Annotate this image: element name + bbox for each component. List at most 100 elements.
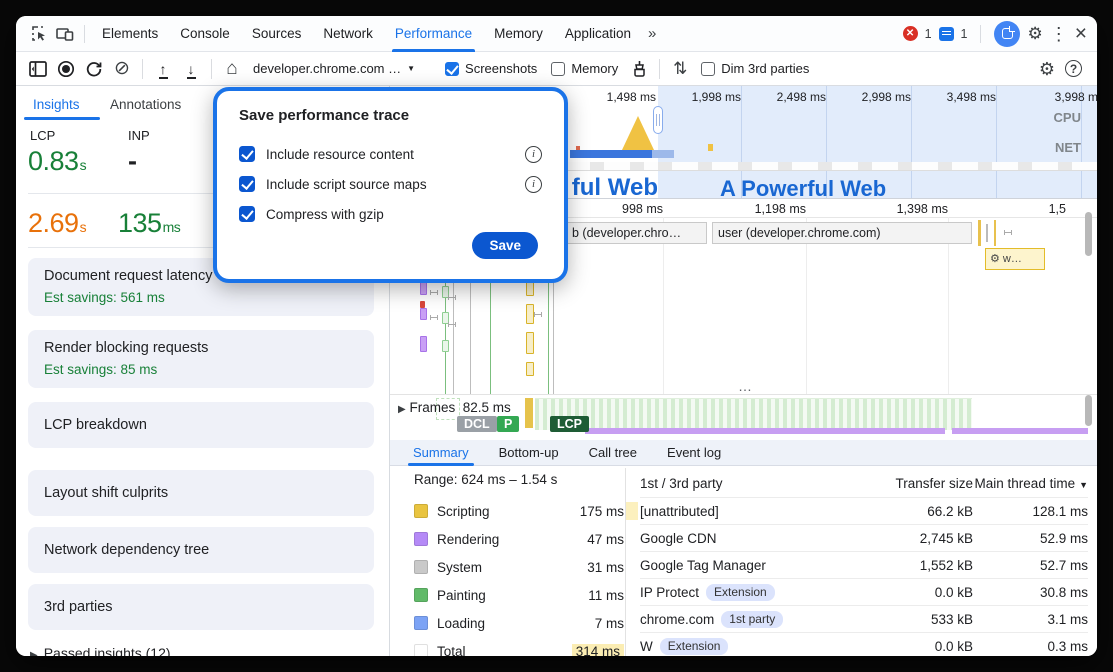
- divider: [980, 25, 981, 43]
- tab-summary[interactable]: Summary: [400, 440, 482, 466]
- scripting-event-chip[interactable]: ⚙ w…: [985, 248, 1045, 270]
- passed-insights-toggle[interactable]: ▶Passed insights (12): [30, 645, 171, 656]
- summary-range: Range: 624 ms – 1.54 s: [414, 472, 624, 487]
- performance-toolbar: ⊘ ↑ ↓ ⌂ developer.chrome.com … ▼ Screens…: [16, 52, 1097, 86]
- capture-settings-gear-icon[interactable]: ⚙: [1039, 60, 1055, 78]
- screenshots-checkbox-row[interactable]: Screenshots: [439, 61, 543, 76]
- record-icon[interactable]: [53, 56, 79, 82]
- compress-tracks-icon[interactable]: ⇅: [667, 56, 693, 82]
- inp-field-value: 135ms: [118, 208, 180, 239]
- legend-value: 47 ms: [587, 532, 624, 547]
- home-icon[interactable]: ⌂: [219, 56, 245, 82]
- vertical-scrollbar[interactable]: [1085, 212, 1092, 256]
- col-party[interactable]: 1st / 3rd party: [640, 476, 863, 491]
- vertical-scrollbar[interactable]: [1085, 395, 1092, 426]
- more-tabs-icon[interactable]: »: [642, 25, 662, 42]
- third-party-table: 1st / 3rd party Transfer size Main threa…: [640, 470, 1088, 656]
- tab-memory[interactable]: Memory: [483, 16, 554, 52]
- table-row[interactable]: WExtension 0.0 kB 0.3 ms: [640, 632, 1088, 656]
- tri-right-icon: ▶: [398, 404, 406, 415]
- dim-3rd-parties-checkbox[interactable]: [701, 62, 715, 76]
- source-maps-checkbox[interactable]: [239, 176, 255, 192]
- kebab-menu-icon[interactable]: ⋮: [1050, 25, 1068, 43]
- tab-annotations[interactable]: Annotations: [110, 92, 181, 118]
- info-icon[interactable]: i: [525, 176, 542, 193]
- table-row[interactable]: Google CDN 2,745 kB 52.9 ms: [640, 524, 1088, 551]
- tab-sources[interactable]: Sources: [241, 16, 313, 52]
- lcp-label: LCP: [30, 128, 55, 143]
- tab-event-log[interactable]: Event log: [654, 440, 734, 466]
- insight-card-network-tree[interactable]: Network dependency tree: [28, 527, 374, 573]
- issues-icon[interactable]: [939, 27, 954, 41]
- toggle-device-toolbar-icon[interactable]: [52, 21, 78, 47]
- col-main-thread-time[interactable]: Main thread time▼: [973, 476, 1088, 491]
- inp-local-value: -: [128, 146, 137, 177]
- dim-3rd-parties-row[interactable]: Dim 3rd parties: [695, 61, 815, 76]
- tab-application[interactable]: Application: [554, 16, 642, 52]
- legend-value: 31 ms: [587, 560, 624, 575]
- divider: [211, 59, 212, 79]
- insight-card-layout-shift[interactable]: Layout shift culprits: [28, 470, 374, 516]
- track-resize-handle[interactable]: …: [738, 378, 754, 394]
- insight-card-lcp-breakdown[interactable]: LCP breakdown: [28, 402, 374, 448]
- dcl-marker[interactable]: DCL: [457, 416, 497, 432]
- network-request-bar[interactable]: b (developer.chro…: [566, 222, 707, 244]
- insight-card-3rd-parties[interactable]: 3rd parties: [28, 584, 374, 630]
- option-compress-gzip[interactable]: Compress with gzip: [239, 199, 542, 229]
- close-devtools-icon[interactable]: ×: [1075, 23, 1087, 44]
- help-icon[interactable]: ?: [1065, 60, 1082, 77]
- device-mode-promo-icon[interactable]: [994, 21, 1020, 47]
- gzip-checkbox[interactable]: [239, 206, 255, 222]
- extension-badge: Extension: [706, 584, 775, 601]
- memory-checkbox[interactable]: [551, 62, 565, 76]
- tab-console[interactable]: Console: [169, 16, 241, 52]
- tab-performance[interactable]: Performance: [384, 16, 483, 52]
- network-overview-bar-light: [652, 150, 674, 158]
- lcp-marker[interactable]: LCP: [550, 416, 589, 432]
- collect-garbage-icon[interactable]: [626, 56, 652, 82]
- lcp-local-value: 0.83s: [28, 146, 86, 177]
- table-row[interactable]: Google Tag Manager 1,552 kB 52.7 ms: [640, 551, 1088, 578]
- clear-icon[interactable]: ⊘: [109, 56, 135, 82]
- resource-content-checkbox[interactable]: [239, 146, 255, 162]
- table-row[interactable]: IP ProtectExtension 0.0 kB 30.8 ms: [640, 578, 1088, 605]
- inspect-element-icon[interactable]: [26, 21, 52, 47]
- legend-value: 11 ms: [588, 588, 624, 603]
- insight-card-render-blocking[interactable]: Render blocking requests Est savings: 85…: [28, 330, 374, 388]
- save-button[interactable]: Save: [472, 232, 538, 259]
- legend-label: System: [437, 560, 482, 575]
- tab-elements[interactable]: Elements: [91, 16, 169, 52]
- paint-marker[interactable]: P: [497, 416, 519, 432]
- screenshots-checkbox[interactable]: [445, 62, 459, 76]
- option-label: Compress with gzip: [266, 207, 384, 222]
- insight-title: Network dependency tree: [44, 542, 209, 558]
- save-profile-icon[interactable]: ↓: [178, 56, 204, 82]
- page-selector[interactable]: developer.chrome.com … ▼: [247, 61, 421, 76]
- tab-call-tree[interactable]: Call tree: [576, 440, 650, 466]
- table-row[interactable]: [unattributed] 66.2 kB 128.1 ms: [640, 497, 1088, 524]
- option-include-resource-content[interactable]: Include resource content i: [239, 139, 542, 169]
- toggle-sidebar-icon[interactable]: [25, 56, 51, 82]
- tab-insights[interactable]: Insights: [33, 92, 80, 118]
- legend-label: Scripting: [437, 504, 490, 519]
- tab-bottom-up[interactable]: Bottom-up: [486, 440, 572, 466]
- legend-value: 175 ms: [580, 504, 624, 519]
- rendering-candle: [420, 281, 427, 295]
- tab-network[interactable]: Network: [312, 16, 384, 52]
- overview-window-handle[interactable]: [653, 106, 663, 134]
- memory-checkbox-row[interactable]: Memory: [545, 61, 624, 76]
- frames-track-label[interactable]: ▶ Frames 82.5 ms: [398, 400, 511, 415]
- insight-savings: Est savings: 561 ms: [44, 290, 358, 305]
- network-request-bar[interactable]: user (developer.chrome.com): [712, 222, 972, 244]
- insight-title: LCP breakdown: [44, 417, 147, 433]
- marker-line: [453, 266, 454, 394]
- col-transfer-size[interactable]: Transfer size: [863, 476, 973, 491]
- error-icon[interactable]: ✕: [903, 26, 918, 41]
- info-icon[interactable]: i: [525, 146, 542, 163]
- load-profile-icon[interactable]: ↑: [150, 56, 176, 82]
- record-and-reload-icon[interactable]: [81, 56, 107, 82]
- option-include-source-maps[interactable]: Include script source maps i: [239, 169, 542, 199]
- table-row[interactable]: chrome.com1st party 533 kB 3.1 ms: [640, 605, 1088, 632]
- dim-3rd-parties-label: Dim 3rd parties: [721, 61, 809, 76]
- settings-gear-icon[interactable]: ⚙: [1027, 25, 1042, 42]
